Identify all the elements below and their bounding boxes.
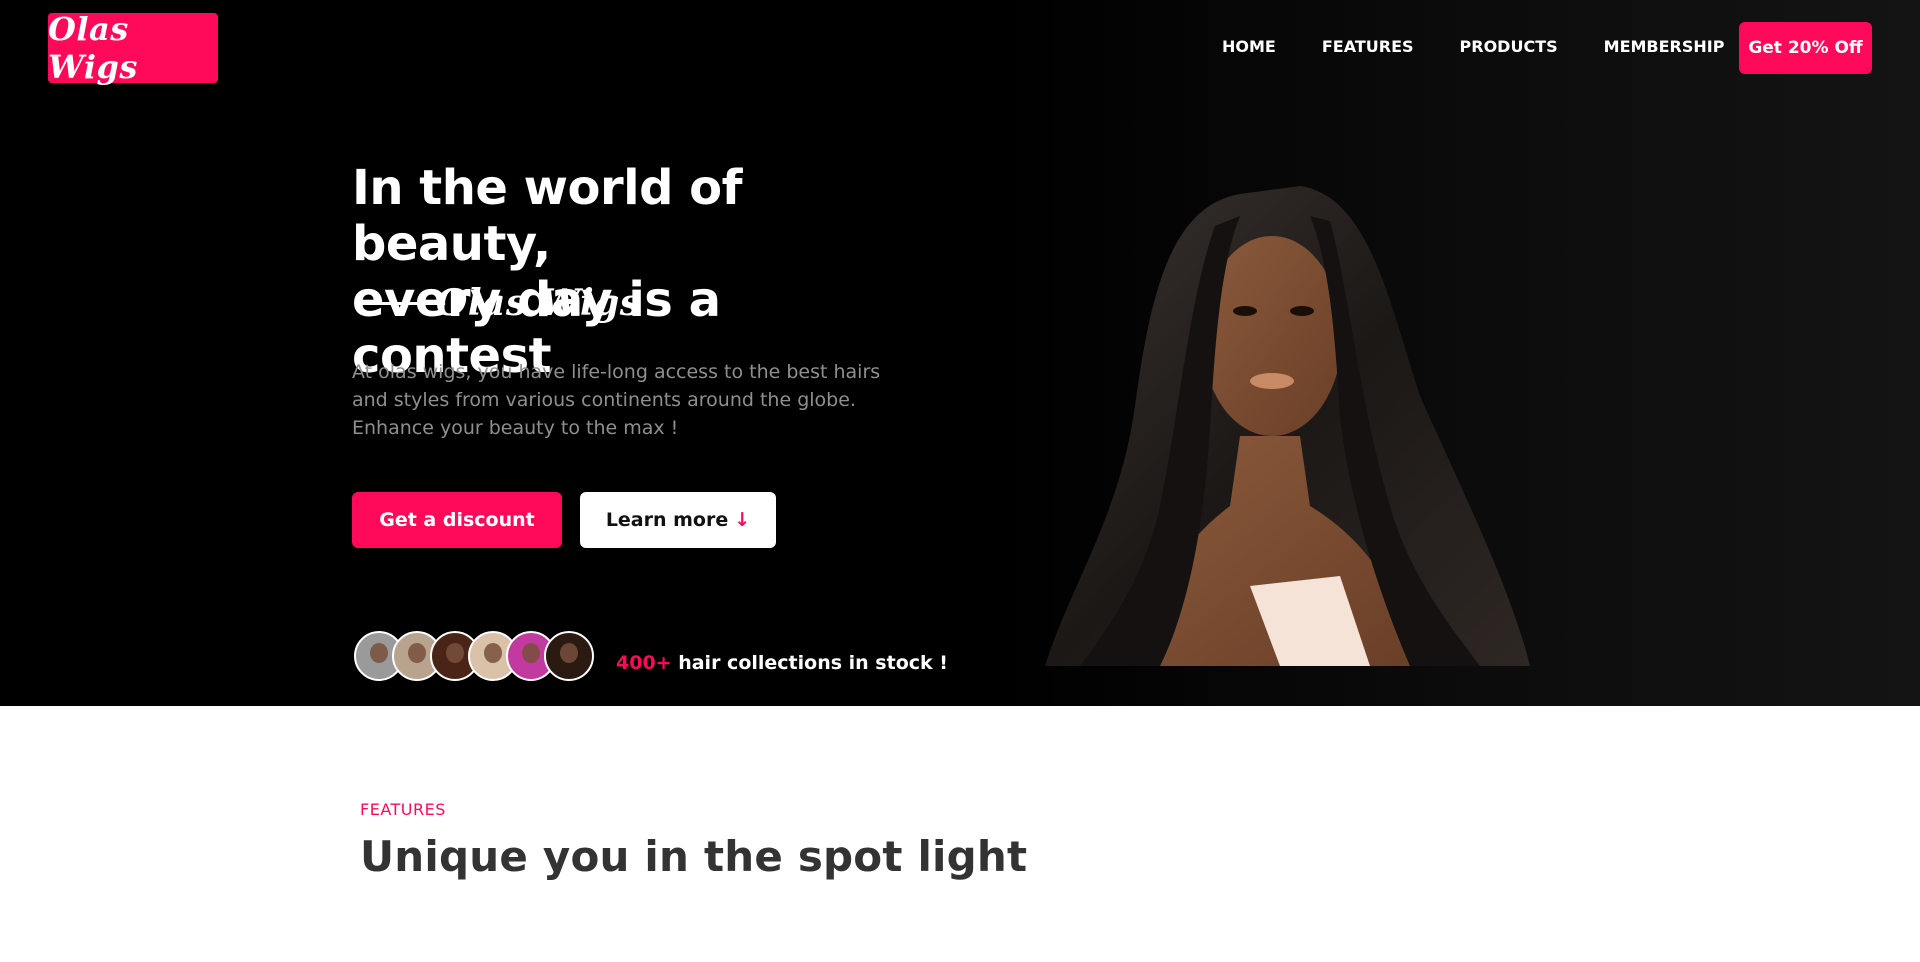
signature-dash — [364, 301, 418, 305]
hero-signature: Olas Wigs — [364, 282, 641, 324]
avatar — [544, 631, 594, 681]
nav-features[interactable]: FEATURES — [1322, 37, 1414, 56]
main-nav: HOME FEATURES PRODUCTS MEMBERSHIP — [1222, 37, 1770, 56]
nav-home[interactable]: HOME — [1222, 37, 1276, 56]
features-title: Unique you in the spot light — [360, 832, 1028, 881]
stock-info: 400+ hair collections in stock ! — [616, 652, 948, 674]
get-discount-nav-button[interactable]: Get 20% Off — [1739, 22, 1872, 74]
learn-more-label: Learn more — [605, 509, 729, 531]
signature-text: Olas Wigs — [436, 282, 641, 324]
nav-products[interactable]: PRODUCTS — [1460, 37, 1558, 56]
hero-model-image — [1045, 186, 1530, 666]
learn-more-button[interactable]: Learn more ↓ — [580, 492, 776, 548]
logo-text: Olas Wigs — [48, 10, 138, 86]
nav-membership[interactable]: MEMBERSHIP — [1604, 37, 1725, 56]
stock-count: 400+ — [616, 652, 672, 674]
stock-text: hair collections in stock ! — [671, 652, 948, 674]
features-label: FEATURES — [360, 800, 446, 819]
headline-line-1: In the world of beauty, — [352, 160, 743, 272]
hero-headline: In the world of beauty, every day is a c… — [352, 160, 912, 384]
customer-avatars — [354, 631, 594, 681]
hero-section: Olas Wigs HOME FEATURES PRODUCTS MEMBERS… — [0, 0, 1920, 706]
arrow-down-icon: ↓ — [734, 509, 751, 531]
logo[interactable]: Olas Wigs — [48, 10, 218, 86]
get-discount-button[interactable]: Get a discount — [352, 492, 562, 548]
hero-description: At olas wigs, you have life-long access … — [352, 361, 881, 439]
